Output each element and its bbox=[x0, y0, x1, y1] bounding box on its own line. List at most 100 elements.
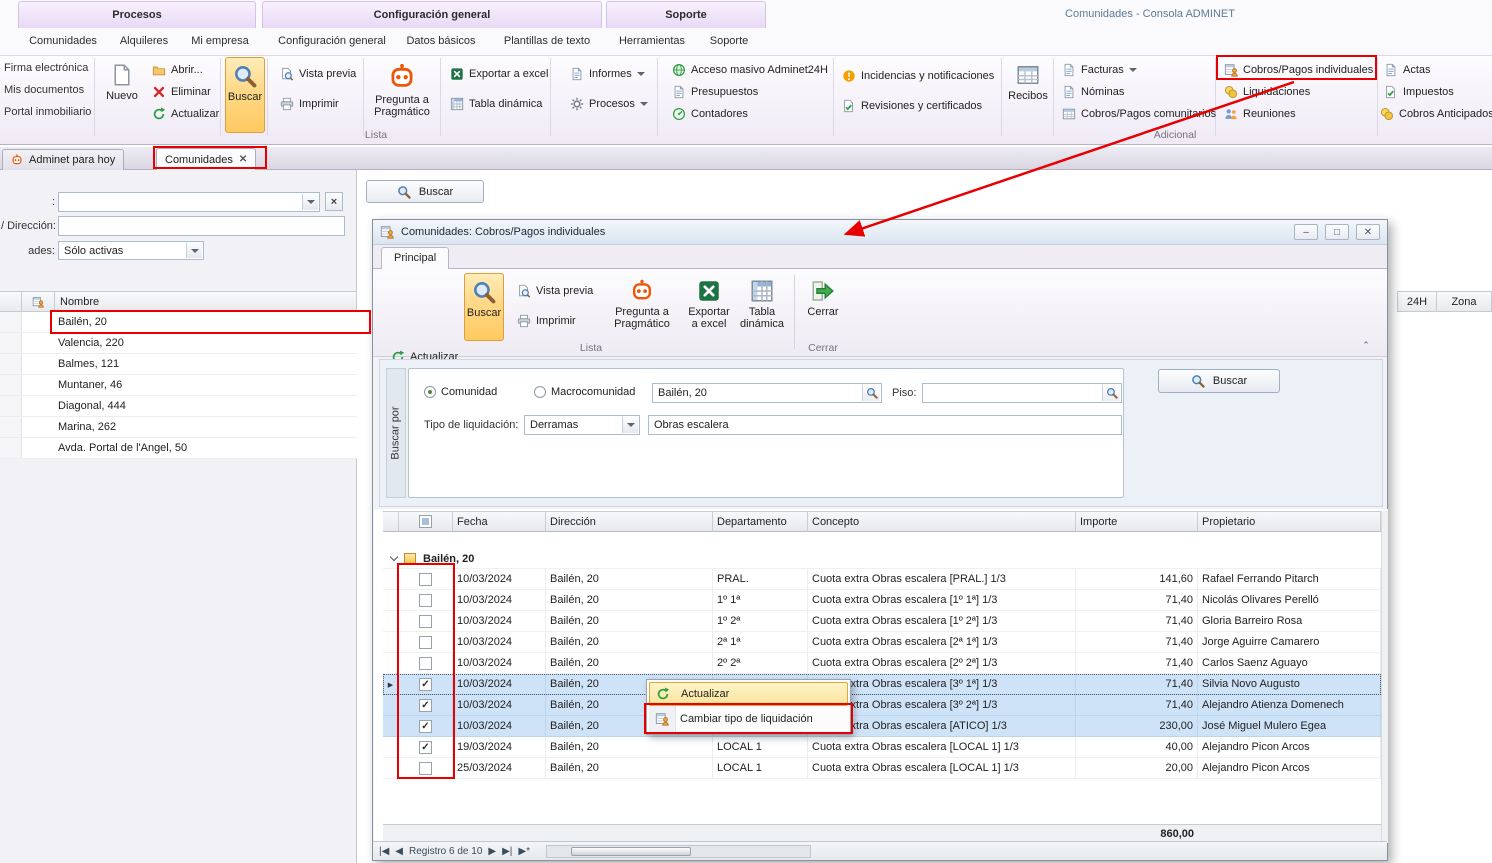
sidebar-grid-icon-header[interactable] bbox=[22, 291, 55, 312]
table-row[interactable]: 19/03/2024Bailén, 20LOCAL 1Cuota extra O… bbox=[383, 737, 1381, 758]
checkbox-cell[interactable] bbox=[399, 758, 453, 779]
checkbox-cell[interactable] bbox=[399, 695, 453, 716]
community-row[interactable]: Diagonal, 444 bbox=[0, 396, 357, 417]
tab-datos-basicos[interactable]: Datos básicos bbox=[400, 30, 482, 53]
checkbox-cell[interactable] bbox=[399, 674, 453, 695]
tab-principal[interactable]: Principal bbox=[381, 247, 449, 269]
row-checkbox[interactable] bbox=[419, 699, 432, 712]
taxes-button[interactable]: Impuestos bbox=[1380, 82, 1458, 102]
concepto-header[interactable]: Concepto bbox=[808, 511, 1076, 532]
estado-dropdown[interactable]: Sólo activas bbox=[58, 241, 204, 260]
dropdown-button[interactable] bbox=[302, 194, 318, 210]
close-button[interactable]: ✕ bbox=[1356, 224, 1380, 240]
community-row[interactable]: Avda. Portal de l'Angel, 50 bbox=[0, 438, 357, 459]
processes-dropdown[interactable]: Procesos bbox=[566, 94, 652, 114]
lookup-button[interactable] bbox=[1102, 385, 1120, 401]
scrollbar-thumb[interactable] bbox=[571, 847, 691, 856]
dialog-pragmatico-button[interactable]: Pregunta a Pragmático bbox=[609, 273, 675, 341]
advance-payments-button[interactable]: Cobros Anticipados bbox=[1376, 104, 1492, 124]
tab-configuracion-general[interactable]: Configuración general bbox=[268, 30, 396, 53]
group-checkbox-icon[interactable] bbox=[404, 553, 416, 565]
table-row[interactable]: 25/03/2024Bailén, 20LOCAL 1Cuota extra O… bbox=[383, 758, 1381, 779]
first-record-icon[interactable]: |◀ bbox=[379, 846, 389, 857]
pivot-table-button[interactable]: Tabla dinámica bbox=[446, 94, 546, 114]
menu-item-cambiar-tipo[interactable]: Cambiar tipo de liquidación bbox=[649, 706, 848, 732]
collapse-group-icon[interactable] bbox=[390, 553, 398, 561]
dropdown-button[interactable] bbox=[622, 417, 638, 433]
direccion-input[interactable] bbox=[58, 216, 345, 236]
select-all-header[interactable] bbox=[399, 511, 453, 532]
receipts-button[interactable]: Recibos bbox=[1006, 57, 1050, 133]
individual-payments-button[interactable]: Cobros/Pagos individuales bbox=[1220, 60, 1377, 80]
preview-button[interactable]: Vista previa bbox=[276, 64, 360, 84]
clear-filter-button[interactable]: × bbox=[325, 192, 343, 211]
community-row[interactable]: Valencia, 220 bbox=[0, 333, 357, 354]
table-row[interactable]: 10/03/2024Bailén, 203º 1ªCuota extra Obr… bbox=[383, 674, 1381, 695]
importe-header[interactable]: Importe bbox=[1076, 511, 1198, 532]
row-checkbox[interactable] bbox=[419, 678, 432, 691]
side-item-firma[interactable]: Firma electrónica bbox=[4, 62, 88, 74]
collapse-ribbon-icon[interactable]: ⌃ bbox=[1359, 340, 1373, 350]
filter-search-button[interactable]: Buscar bbox=[1158, 369, 1280, 393]
community-payments-button[interactable]: Cobros/Pagos comunitarios bbox=[1058, 104, 1220, 124]
row-checkbox[interactable] bbox=[419, 594, 432, 607]
refresh-button[interactable]: Actualizar bbox=[148, 104, 223, 124]
tab-soporte[interactable]: Soporte bbox=[696, 30, 762, 53]
ask-pragmatico-button[interactable]: Pregunta a Pragmático bbox=[370, 57, 434, 133]
doc-tab-today[interactable]: Adminet para hoy bbox=[2, 149, 124, 170]
minutes-button[interactable]: Actas bbox=[1380, 60, 1435, 80]
ribbon-group-soporte[interactable]: Soporte bbox=[606, 1, 766, 28]
search-button[interactable]: Buscar bbox=[225, 57, 265, 133]
new-button[interactable]: Nuevo bbox=[102, 57, 142, 133]
tab-herramientas[interactable]: Herramientas bbox=[612, 30, 692, 53]
tab-mi-empresa[interactable]: Mi empresa bbox=[182, 30, 258, 53]
close-tab-icon[interactable]: ✕ bbox=[239, 154, 247, 165]
community-row[interactable]: Balmes, 121 bbox=[0, 354, 357, 375]
tipo-liquidacion-dropdown[interactable]: Derramas bbox=[524, 415, 640, 435]
filter1-combo[interactable] bbox=[58, 192, 320, 212]
incidents-button[interactable]: Incidencias y notificaciones bbox=[838, 66, 998, 86]
tab-plantillas-texto[interactable]: Plantillas de texto bbox=[486, 30, 608, 53]
table-row[interactable]: 10/03/2024Bailén, 20PRAL.Cuota extra Obr… bbox=[383, 569, 1381, 590]
dialog-titlebar[interactable]: Comunidades: Cobros/Pagos individuales –… bbox=[373, 220, 1387, 245]
row-checkbox[interactable] bbox=[419, 762, 432, 775]
row-checkbox[interactable] bbox=[419, 720, 432, 733]
payroll-button[interactable]: Nóminas bbox=[1058, 82, 1128, 102]
group-row[interactable]: Bailén, 20 bbox=[383, 549, 1381, 569]
ribbon-group-procesos[interactable]: Procesos bbox=[18, 1, 256, 28]
direccion-header[interactable]: Dirección bbox=[546, 511, 713, 532]
prev-record-icon[interactable]: ◀ bbox=[395, 846, 403, 857]
tab-alquileres[interactable]: Alquileres bbox=[110, 30, 178, 53]
row-checkbox[interactable] bbox=[419, 615, 432, 628]
sidebar-grid-name-header[interactable]: Nombre bbox=[55, 291, 357, 312]
dialog-print-button[interactable]: Imprimir bbox=[513, 311, 580, 331]
workspace-search-button[interactable]: Buscar bbox=[366, 180, 484, 203]
row-checkbox[interactable] bbox=[419, 636, 432, 649]
new-record-icon[interactable]: ▶* bbox=[518, 846, 530, 857]
settlements-button[interactable]: Liquidaciones bbox=[1220, 82, 1314, 102]
last-record-icon[interactable]: ▶| bbox=[502, 846, 512, 857]
community-row[interactable]: Muntaner, 46 bbox=[0, 375, 357, 396]
community-row[interactable]: Marina, 262 bbox=[0, 417, 357, 438]
ribbon-group-configuracion[interactable]: Configuración general bbox=[262, 1, 602, 28]
delete-button[interactable]: Eliminar bbox=[148, 82, 215, 102]
checkbox-cell[interactable] bbox=[399, 632, 453, 653]
row-checkbox[interactable] bbox=[419, 657, 432, 670]
export-excel-button[interactable]: Exportar a excel bbox=[446, 64, 552, 84]
meters-button[interactable]: Contadores bbox=[668, 104, 752, 124]
doc-tab-comunidades[interactable]: Comunidades ✕ bbox=[156, 148, 256, 170]
departamento-header[interactable]: Departamento bbox=[713, 511, 808, 532]
table-row[interactable]: 10/03/2024Bailén, 20ATICOCuota extra Obr… bbox=[383, 716, 1381, 737]
maximize-button[interactable]: □ bbox=[1325, 224, 1349, 240]
table-row[interactable]: 10/03/2024Bailén, 201º 2ªCuota extra Obr… bbox=[383, 611, 1381, 632]
minimize-button[interactable]: – bbox=[1294, 224, 1318, 240]
grid-vertical-scrollbar[interactable] bbox=[1381, 511, 1388, 843]
print-button[interactable]: Imprimir bbox=[276, 94, 343, 114]
next-record-icon[interactable]: ▶ bbox=[488, 846, 496, 857]
checkbox-cell[interactable] bbox=[399, 590, 453, 611]
lookup-button[interactable] bbox=[862, 385, 880, 401]
dialog-close-button[interactable]: Cerrar bbox=[799, 273, 847, 341]
tab-comunidades[interactable]: Comunidades bbox=[20, 30, 106, 53]
concepto-input[interactable]: Obras escalera bbox=[648, 415, 1122, 435]
comunidad-radio[interactable]: Comunidad bbox=[424, 386, 497, 398]
